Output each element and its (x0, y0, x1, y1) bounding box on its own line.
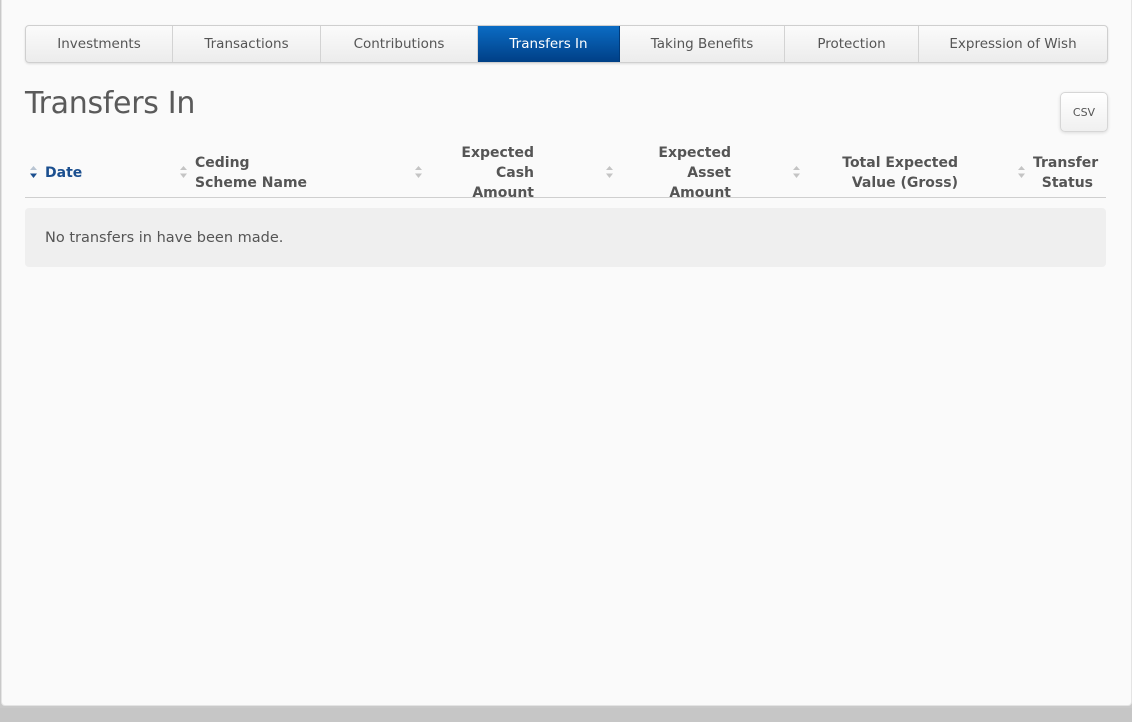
sort-icon (414, 165, 423, 179)
sort-icon (1017, 165, 1026, 179)
column-label: Expected Cash Amount (461, 144, 534, 201)
tab-contributions[interactable]: Contributions (321, 26, 478, 62)
tab-transactions[interactable]: Transactions (173, 26, 321, 62)
table-header: Date Ceding Scheme Name Expected Cash Am… (25, 145, 1106, 201)
empty-state-row: No transfers in have been made. (25, 208, 1106, 267)
column-header-total-expected-value[interactable]: Total Expected Value (Gross) (792, 148, 958, 197)
sort-icon (605, 165, 614, 179)
sort-desc-icon (29, 165, 38, 179)
column-label: Date (45, 164, 83, 181)
page-title: Transfers In (25, 86, 196, 121)
sort-icon (792, 165, 801, 179)
column-header-date[interactable]: Date (25, 148, 165, 197)
sort-icon (179, 165, 188, 179)
column-label: Expected Asset Amount (658, 144, 731, 201)
tab-investments[interactable]: Investments (26, 26, 173, 62)
column-header-transfer-status[interactable]: Transfer Status (1017, 148, 1099, 197)
csv-export-button[interactable]: CSV (1060, 92, 1108, 132)
tab-taking-benefits[interactable]: Taking Benefits (620, 26, 785, 62)
column-label: Transfer Status (1033, 154, 1099, 191)
tab-transfers-in[interactable]: Transfers In (478, 26, 620, 62)
tab-protection[interactable]: Protection (785, 26, 919, 62)
column-label: Ceding Scheme Name (195, 154, 308, 191)
column-header-expected-cash-amount[interactable]: Expected Cash Amount (414, 145, 534, 201)
column-header-ceding-scheme-name[interactable]: Ceding Scheme Name (179, 148, 329, 197)
section-tabs: Investments Transactions Contributions T… (25, 25, 1108, 63)
empty-state-message: No transfers in have been made. (45, 229, 284, 246)
column-label: Total Expected Value (Gross) (842, 154, 958, 191)
page-footer-bar (0, 708, 1132, 722)
tab-expression-of-wish[interactable]: Expression of Wish (919, 26, 1107, 62)
column-header-expected-asset-amount[interactable]: Expected Asset Amount (605, 145, 731, 201)
